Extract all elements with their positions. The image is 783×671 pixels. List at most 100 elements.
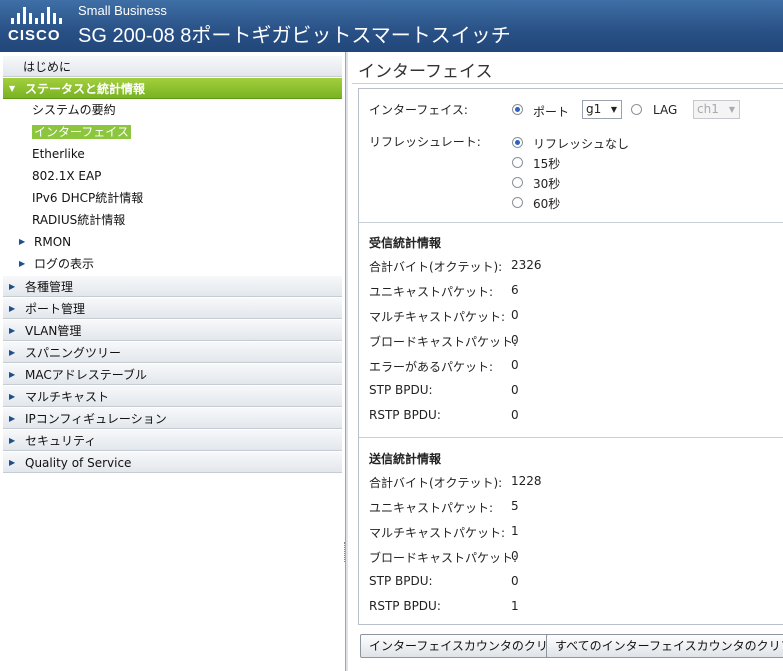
rx-label: STP BPDU: [369, 383, 433, 397]
section-divider [359, 437, 783, 438]
nav-group-administration[interactable]: ▶ 各種管理 [3, 275, 342, 297]
rx-label: エラーがあるパケット: [369, 360, 494, 374]
tx-value: 0 [511, 549, 519, 563]
cisco-wordmark: CISCO [8, 27, 61, 44]
nav-label: セキュリティ [25, 434, 97, 448]
refresh-none-radio[interactable] [512, 137, 523, 148]
nav-item-interface[interactable]: インターフェイス [0, 121, 345, 143]
nav-group-quality-of-service[interactable]: ▶ Quality of Service [3, 451, 342, 473]
nav-label: Quality of Service [25, 456, 132, 470]
nav-label: 802.1X EAP [32, 169, 102, 183]
nav-label: RMON [34, 235, 72, 249]
nav-group-port-management[interactable]: ▶ ポート管理 [3, 297, 342, 319]
pane-splitter-handle[interactable] [344, 542, 346, 562]
triangle-right-icon: ▶ [9, 348, 16, 357]
rx-value: 0 [511, 358, 519, 372]
refresh-60s-radio[interactable] [512, 197, 523, 208]
main-content: インターフェイス インターフェイス: ポート g1 ▼ LAG ch1 ▼ リフ… [348, 52, 783, 671]
nav-label: IPコンフィギュレーション [25, 412, 167, 426]
clear-interface-counters-button[interactable]: インターフェイスカウンタのクリア [360, 634, 569, 658]
nav-label: MACアドレステーブル [25, 368, 148, 382]
triangle-right-icon: ▶ [9, 326, 16, 335]
rx-value: 0 [511, 333, 519, 347]
nav-group-mac-address-table[interactable]: ▶ MACアドレステーブル [3, 363, 342, 385]
triangle-right-icon: ▶ [9, 436, 16, 445]
nav-label: システムの要約 [32, 103, 116, 117]
nav-group-vlan-management[interactable]: ▶ VLAN管理 [3, 319, 342, 341]
nav-item-radius-stats[interactable]: RADIUS統計情報 [0, 209, 345, 231]
rx-label: ユニキャストパケット: [369, 285, 494, 299]
nav-item-8021x-eap[interactable]: 802.1X EAP [0, 165, 345, 187]
chevron-down-icon: ▼ [610, 105, 617, 114]
triangle-right-icon: ▶ [9, 392, 16, 401]
rx-value: 0 [511, 408, 519, 422]
rx-label: RSTP BPDU: [369, 408, 441, 422]
product-title: SG 200-08 8ポートギガビットスマートスイッチ [78, 25, 511, 47]
nav-item-ipv6-dhcp-stats[interactable]: IPv6 DHCP統計情報 [0, 187, 345, 209]
nav-label: 各種管理 [25, 280, 74, 294]
rx-value: 0 [511, 383, 519, 397]
nav-label: RADIUS統計情報 [32, 213, 126, 227]
tx-value: 0 [511, 574, 519, 588]
nav-label: スパニングツリー [25, 346, 122, 360]
rx-value: 0 [511, 308, 519, 322]
receive-stats-heading: 受信統計情報 [369, 236, 442, 250]
lag-select: ch1 ▼ [693, 100, 740, 119]
tx-value: 1 [511, 599, 519, 613]
triangle-down-icon: ▼ [9, 84, 16, 93]
nav-group-security[interactable]: ▶ セキュリティ [3, 429, 342, 451]
port-radio-label: ポート [533, 105, 570, 119]
rx-label: ブロードキャストパケット: [369, 335, 518, 349]
interface-label: インターフェイス: [369, 103, 468, 117]
chevron-down-icon: ▼ [728, 105, 735, 114]
triangle-right-icon: ▶ [9, 414, 16, 423]
lag-radio-label: LAG [653, 103, 678, 117]
refresh-30s-label: 30秒 [533, 177, 561, 191]
nav-group-ip-configuration[interactable]: ▶ IPコンフィギュレーション [3, 407, 342, 429]
nav-item-system-summary[interactable]: システムの要約 [0, 99, 345, 121]
tx-value: 1228 [511, 474, 542, 488]
lag-select-value: ch1 [697, 102, 719, 116]
port-select[interactable]: g1 ▼ [582, 100, 622, 119]
cisco-bars-icon [8, 4, 66, 24]
nav-label: ポート管理 [25, 302, 86, 316]
triangle-right-icon: ▶ [19, 259, 26, 268]
nav-label: Etherlike [32, 147, 85, 161]
nav-item-rmon[interactable]: ▶ RMON [0, 231, 345, 253]
nav-label: ログの表示 [34, 257, 95, 271]
nav-label: IPv6 DHCP統計情報 [32, 191, 144, 205]
port-radio[interactable] [512, 104, 523, 115]
nav-item-view-log[interactable]: ▶ ログの表示 [0, 253, 345, 275]
triangle-right-icon: ▶ [9, 458, 16, 467]
refresh-15s-radio[interactable] [512, 157, 523, 168]
page-title: インターフェイス [358, 62, 493, 82]
tx-label: ブロードキャストパケット: [369, 551, 518, 565]
lag-radio[interactable] [631, 104, 642, 115]
tx-label: ユニキャストパケット: [369, 501, 494, 515]
title-divider [352, 83, 783, 84]
sidebar-nav: はじめに ▼ ステータスと統計情報 システムの要約 インターフェイス Ether… [0, 52, 346, 671]
app-header: CISCO Small Business SG 200-08 8ポートギガビット… [0, 0, 783, 52]
refresh-none-label: リフレッシュなし [533, 137, 630, 151]
tx-label: STP BPDU: [369, 574, 433, 588]
triangle-right-icon: ▶ [9, 304, 16, 313]
clear-all-interface-counters-button[interactable]: すべてのインターフェイスカウンタのクリア [546, 634, 783, 658]
triangle-right-icon: ▶ [9, 282, 16, 291]
nav-group-status[interactable]: ▼ ステータスと統計情報 [3, 77, 342, 99]
nav-group-multicast[interactable]: ▶ マルチキャスト [3, 385, 342, 407]
cisco-logo: CISCO [8, 4, 66, 48]
nav-label: マルチキャスト [25, 390, 110, 404]
port-select-value: g1 [586, 102, 602, 116]
nav-label: はじめに [23, 60, 72, 74]
tx-value: 1 [511, 524, 519, 538]
nav-item-etherlike[interactable]: Etherlike [0, 143, 345, 165]
refresh-rate-label: リフレッシュレート: [369, 135, 481, 149]
nav-label: VLAN管理 [25, 324, 82, 338]
nav-getting-started[interactable]: はじめに [3, 55, 342, 77]
nav-group-spanning-tree[interactable]: ▶ スパニングツリー [3, 341, 342, 363]
rx-value: 2326 [511, 258, 542, 272]
refresh-30s-radio[interactable] [512, 177, 523, 188]
nav-label: ステータスと統計情報 [25, 82, 146, 96]
tx-label: RSTP BPDU: [369, 599, 441, 613]
interface-stats-panel: インターフェイス: ポート g1 ▼ LAG ch1 ▼ リフレッシュレート: … [358, 88, 783, 625]
